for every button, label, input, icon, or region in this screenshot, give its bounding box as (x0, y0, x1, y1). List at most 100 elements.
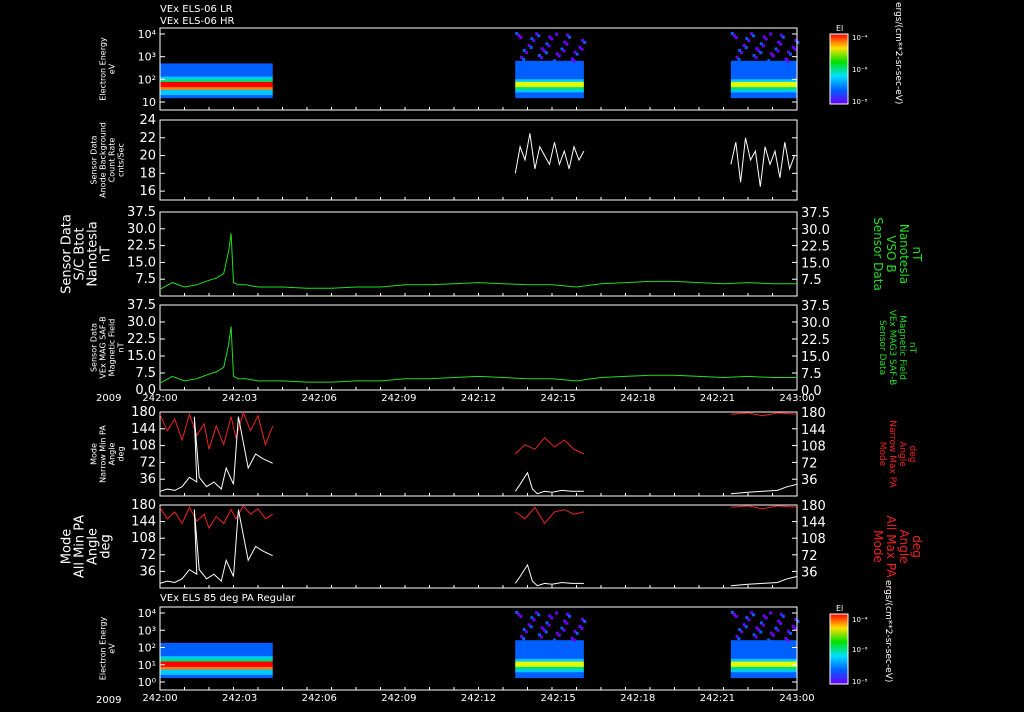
ylabel-line: VEx MAG SAF-B (99, 316, 108, 378)
heatmap-speck (550, 37, 554, 41)
ylabel-right-line: Narrow Max PA (887, 420, 897, 488)
xtick-label: 242:03 (222, 393, 257, 404)
heatmap-speck (769, 32, 773, 36)
ylabel-right-line: Angle (897, 441, 907, 467)
ylabel-right-line: All Max PA (884, 516, 898, 579)
heatmap-speck (761, 623, 765, 627)
series-line-red-0 (159, 411, 274, 450)
heatmap-speck (776, 49, 780, 53)
xtick-label: 243:00 (779, 393, 814, 404)
colorbar-tick-top-0: 10⁻⁴ (852, 34, 868, 42)
series-line-white-5 (730, 483, 798, 495)
ytick-label: 30.0 (127, 222, 156, 237)
ytick-label: 10 (142, 96, 156, 109)
heatmap-speck (752, 613, 756, 617)
heatmap-speck (529, 625, 533, 629)
heatmap-speck (522, 57, 526, 61)
heatmap-speck (583, 40, 587, 44)
panel-p6: 180 180144 144108 10872 7236 36ModeAll Min PA… (60, 498, 924, 589)
panel-p5: 180 180144 144108 10872 7236 36Mode Narrow Min… (90, 405, 917, 497)
heatmap-speck (524, 630, 528, 634)
heatmap-speck (555, 32, 559, 36)
panel-frame (159, 119, 798, 201)
heatmap-speck (767, 59, 771, 63)
ytick-label-right: 15.0 (801, 256, 830, 271)
ytick-label: 7.5 (135, 272, 156, 287)
heatmap-speck (539, 635, 543, 639)
ytick-label: 10³ (138, 624, 156, 637)
xtick-label: 242:12 (461, 393, 496, 404)
heatmap-cell (730, 95, 797, 99)
xtick-label: 242:00 (142, 393, 177, 404)
heatmap-speck (781, 35, 785, 39)
ylabel-right-line: deg (907, 446, 917, 463)
ylabel-line: Magnetic Field (108, 319, 117, 377)
ylabel-line: Narrow Min PA (99, 425, 108, 483)
colorbar-bottom: El 10⁻⁴ 10⁻⁶ 10⁻⁸ ergs/(cm**2-sr-sec-eV) (829, 580, 893, 686)
xtick-label: 242:09 (381, 393, 416, 404)
heatmap-speck (789, 631, 793, 635)
heatmap-speck (747, 618, 751, 622)
ytick-label-right: 30.0 (801, 223, 830, 238)
heatmap-speck (754, 635, 758, 639)
ytick-label: 10¹ (138, 659, 156, 672)
ytick-label-right: 144 (801, 423, 826, 438)
xtick-label: 242:15 (541, 393, 576, 404)
ylabel-line: deg (99, 534, 114, 559)
heatmap-speck (544, 51, 548, 55)
ylabel-right-line: deg (910, 535, 924, 558)
title-top2: VEx ELS-06 HR (160, 16, 235, 27)
ytick-label-right: 7.5 (801, 273, 822, 288)
series-line-white-4 (514, 563, 584, 587)
heatmap-speck (532, 618, 536, 622)
series-line-red-2 (730, 505, 798, 510)
panel-p2: 24 22 20 18 16 Sensor Data Anode Background Cou… (90, 113, 798, 201)
ylabel-line: deg (117, 446, 126, 461)
ylabel-right-line: VEx MAG3 SAF-B (887, 310, 897, 386)
heatmap-cell (730, 674, 797, 679)
heatmap-speck (769, 611, 773, 615)
xtick-label: 243:00 (779, 693, 814, 704)
xtick-label: 242:18 (620, 393, 655, 404)
ytick-label: 22.5 (127, 239, 156, 254)
ylabel-right-line: Mode (877, 442, 887, 467)
heatmap-speck (537, 34, 541, 38)
series-line-red-2 (730, 412, 798, 417)
ylabel-right-line: Sensor Data (877, 320, 887, 375)
heatmap-speck (793, 47, 797, 51)
heatmap-speck (575, 631, 579, 635)
heatmap-speck (754, 56, 758, 60)
colorbar-label-top: El (836, 24, 843, 33)
xtick-label: 242:15 (541, 693, 576, 704)
heatmap-speck (734, 615, 738, 619)
colorbar-label-bottom: El (836, 604, 843, 613)
year-label-1: 2009 (96, 393, 121, 404)
xtick-label: 242:12 (461, 693, 496, 704)
ytick-label: 144 (131, 515, 156, 530)
ytick-label: 22 (139, 131, 156, 146)
xtick-label: 242:21 (700, 393, 735, 404)
heatmap-speck (580, 626, 584, 630)
heatmap-speck (764, 37, 768, 41)
heatmap-speck (539, 56, 543, 60)
ytick-label: 108 (131, 531, 156, 546)
heatmap-speck (572, 59, 576, 63)
ytick-label-right: 72 (801, 549, 818, 564)
heatmap-speck (575, 52, 579, 56)
ylabel-right-line: Mode (871, 530, 885, 563)
panel-p1: 10⁴ 10³ 10² 10 Electron Energy eV (99, 27, 800, 111)
heatmap-speck (744, 46, 748, 50)
heatmap-speck (562, 628, 566, 632)
ytick-label: 10⁰ (138, 676, 157, 689)
heatmap-speck (781, 614, 785, 618)
heatmap-speck (786, 638, 790, 642)
ylabel-line: Sensor Data (90, 323, 99, 372)
ylabel-line: nT (99, 246, 114, 262)
heatmap-speck (759, 630, 763, 634)
series-line-white-0 (514, 133, 585, 174)
ytick-label: 15.0 (127, 349, 156, 364)
ytick-label: 7.5 (135, 366, 156, 381)
year-label-2: 2009 (96, 695, 121, 706)
ytick-label-right: 22.5 (801, 240, 830, 255)
xtick-label: 242:21 (700, 693, 735, 704)
